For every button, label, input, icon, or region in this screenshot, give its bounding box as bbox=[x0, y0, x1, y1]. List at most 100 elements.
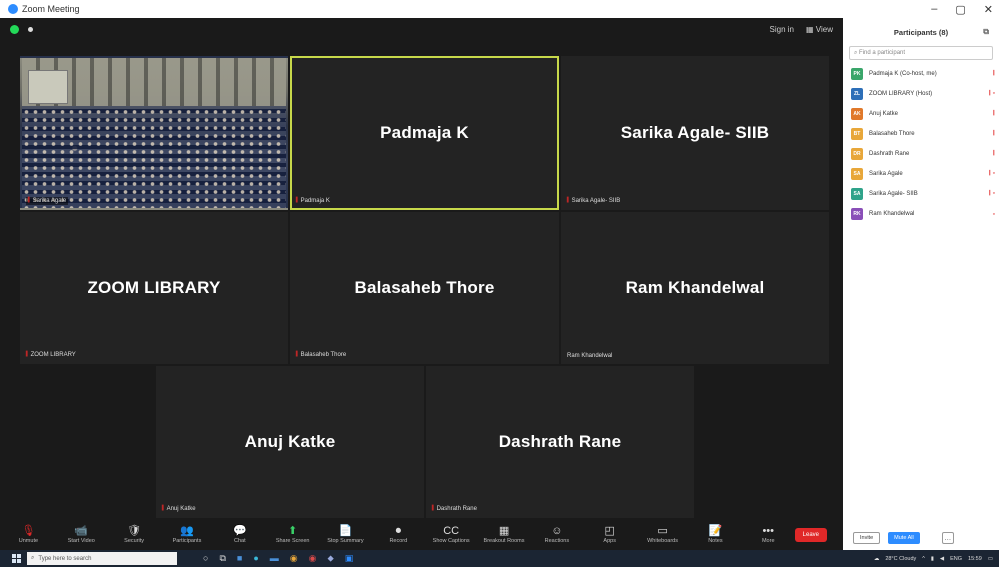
tile-name-label: 𝄃 Sarika Agale- SIIB bbox=[567, 197, 621, 204]
tile-name-label: 𝄃 Balasaheb Thore bbox=[296, 351, 347, 358]
sign-in-link[interactable]: Sign in bbox=[770, 25, 794, 34]
app-icon[interactable]: ⬥ bbox=[327, 553, 333, 564]
volume-icon[interactable]: ◀ bbox=[940, 556, 944, 562]
language-indicator[interactable]: ENG bbox=[950, 556, 962, 562]
search-placeholder: Find a participant bbox=[859, 50, 906, 56]
tile-name-label: 𝄃 Anuj Katke bbox=[162, 505, 196, 512]
edge-browser-icon[interactable]: ● bbox=[253, 553, 258, 564]
mic-muted-icon: 𝄃 bbox=[567, 197, 569, 204]
tray-chevron-icon[interactable]: ^ bbox=[922, 556, 925, 562]
participant-row[interactable]: RK Ram Khandelwal ▫ bbox=[843, 204, 999, 224]
mic-muted-icon: 𝄃 bbox=[993, 110, 995, 117]
participant-row[interactable]: BT Balasaheb Thore 𝄃 bbox=[843, 124, 999, 144]
weather-text[interactable]: 28°C Cloudy bbox=[885, 556, 916, 562]
stop-summary-button[interactable]: 📄 Stop Summary bbox=[319, 521, 372, 549]
apps-button[interactable]: ◰ Apps bbox=[583, 521, 636, 549]
record-icon: ⏺ bbox=[395, 525, 402, 537]
security-shield-icon[interactable] bbox=[10, 24, 19, 34]
zoom-taskbar-icon[interactable]: ▣ bbox=[345, 553, 354, 564]
whiteboards-button[interactable]: ▭ Whiteboards bbox=[636, 521, 689, 549]
security-button[interactable]: 🛡 Security bbox=[108, 521, 161, 549]
avatar: SA bbox=[851, 168, 863, 180]
mic-muted-icon: 𝄃 bbox=[993, 150, 995, 157]
cortana-icon[interactable]: ○ bbox=[203, 553, 208, 564]
summary-icon: 📄 bbox=[338, 525, 353, 537]
windows-start-icon[interactable] bbox=[12, 554, 21, 563]
video-tile-balasaheb[interactable]: Balasaheb Thore 𝄃 Balasaheb Thore bbox=[290, 212, 559, 364]
video-tile-dashrath[interactable]: Dashrath Rane 𝄃 Dashrath Rane bbox=[426, 366, 694, 518]
video-tile-padmaja[interactable]: Padmaja K 𝄃 Padmaja K bbox=[290, 56, 559, 210]
task-view-icon[interactable]: ⧉ bbox=[219, 553, 225, 564]
apps-icon: ◰ bbox=[604, 525, 615, 537]
clock[interactable]: 15:59 bbox=[968, 556, 982, 562]
photos-icon[interactable]: ◉ bbox=[309, 553, 317, 564]
video-tile-anuj[interactable]: Anuj Katke 𝄃 Anuj Katke bbox=[156, 366, 424, 518]
participant-row[interactable]: SA Sarika Agale 𝄃 ▫ bbox=[843, 164, 999, 184]
participant-row[interactable]: DR Dashrath Rane 𝄃 bbox=[843, 144, 999, 164]
mail-icon[interactable]: ▬ bbox=[270, 553, 279, 564]
participant-search-input[interactable]: ⌕ Find a participant bbox=[849, 46, 993, 60]
avatar: PK bbox=[851, 68, 863, 80]
record-button[interactable]: ⏺ Record bbox=[372, 521, 425, 549]
participant-row[interactable]: ZL ZOOM LIBRARY (Host) 𝄃 ▫ bbox=[843, 84, 999, 104]
video-tile-audience[interactable]: 𝄃 Sarika Agale bbox=[20, 56, 288, 210]
popout-icon[interactable]: ⧉ bbox=[983, 27, 989, 37]
mic-muted-icon: 𝄃 bbox=[296, 351, 298, 358]
more-options-button[interactable]: … bbox=[941, 532, 954, 544]
share-screen-button[interactable]: ⬆ Share Screen bbox=[266, 521, 319, 549]
tile-name-label: 𝄃 ZOOM LIBRARY bbox=[26, 351, 76, 358]
avatar: DR bbox=[851, 148, 863, 160]
close-button[interactable]: ✕ bbox=[984, 3, 993, 16]
taskbar-search-input[interactable]: ⌕ Type here to search bbox=[27, 552, 177, 565]
auditorium-board bbox=[28, 70, 68, 104]
reactions-button[interactable]: ☺ Reactions bbox=[530, 521, 583, 549]
meeting-info-icon[interactable] bbox=[28, 26, 33, 32]
avatar: ZL bbox=[851, 88, 863, 100]
tile-display-name: Sarika Agale- SIIB bbox=[620, 123, 770, 142]
video-tile-zoom-library[interactable]: ZOOM LIBRARY 𝄃 ZOOM LIBRARY bbox=[20, 212, 288, 364]
chat-icon: 💬 bbox=[232, 525, 247, 537]
mic-muted-icon: 𝄃 bbox=[162, 505, 164, 512]
meeting-toolbar: 🎙 Unmute 📹 Start Video 🛡 Security 👥 Particip… bbox=[0, 520, 843, 550]
show-captions-button[interactable]: CC Show Captions bbox=[425, 521, 478, 549]
start-video-button[interactable]: 📹 Start Video bbox=[55, 521, 108, 549]
mic-muted-icon: 𝄃 bbox=[432, 505, 434, 512]
participant-list: PK Padmaja K (Co-host, me) 𝄃 ZL ZOOM LIBRAR… bbox=[843, 64, 999, 224]
chat-button[interactable]: 💬 Chat bbox=[213, 521, 266, 549]
file-explorer-icon[interactable]: ■ bbox=[237, 553, 242, 564]
mic-muted-icon: 𝄃 bbox=[993, 130, 995, 137]
breakout-rooms-button[interactable]: ▦ Breakout Rooms bbox=[478, 521, 531, 549]
participants-button[interactable]: 👥 Participants bbox=[161, 521, 214, 549]
tile-display-name: ZOOM LIBRARY bbox=[87, 278, 221, 297]
tile-display-name: Balasaheb Thore bbox=[354, 278, 495, 297]
invite-button[interactable]: Invite bbox=[853, 532, 881, 544]
more-dots-icon: ••• bbox=[762, 525, 775, 537]
minimize-button[interactable]: – bbox=[931, 3, 937, 16]
tile-display-name: Ram Khandelwal bbox=[625, 278, 765, 297]
participant-row[interactable]: PK Padmaja K (Co-host, me) 𝄃 bbox=[843, 64, 999, 84]
unmute-button[interactable]: 🎙 Unmute bbox=[2, 521, 55, 549]
maximize-button[interactable]: ▢ bbox=[955, 3, 965, 16]
notification-icon[interactable]: ▭ bbox=[988, 556, 993, 562]
tile-display-name: Anuj Katke bbox=[244, 432, 336, 451]
mute-all-button[interactable]: Mute All bbox=[888, 532, 920, 544]
participants-icon: 👥 bbox=[180, 525, 194, 537]
mic-muted-icon: 𝄃 bbox=[26, 351, 28, 358]
chrome-icon[interactable]: ◉ bbox=[290, 553, 298, 564]
view-button[interactable]: ▦ View bbox=[806, 25, 833, 34]
participant-row[interactable]: AK Anuj Katke 𝄃 bbox=[843, 104, 999, 124]
video-tile-ram[interactable]: Ram Khandelwal Ram Khandelwal bbox=[561, 212, 829, 364]
participant-row[interactable]: SA Sarika Agale- SIIB 𝄃 ▫ bbox=[843, 184, 999, 204]
weather-icon[interactable]: ☁ bbox=[874, 556, 880, 562]
network-icon[interactable]: ▮ bbox=[931, 556, 934, 562]
avatar: AK bbox=[851, 108, 863, 120]
mic-muted-icon: 𝄃 ▫ bbox=[989, 190, 995, 197]
video-tile-sarika-siib[interactable]: Sarika Agale- SIIB 𝄃 Sarika Agale- SIIB bbox=[561, 56, 829, 210]
tile-name-label: Ram Khandelwal bbox=[567, 353, 613, 359]
window-title: Zoom Meeting bbox=[22, 4, 80, 14]
breakout-rooms-icon: ▦ bbox=[498, 525, 510, 537]
leave-button[interactable]: Leave bbox=[794, 528, 828, 542]
meeting-area: Sign in ▦ View 𝄃 Sarika Agale Padmaja K … bbox=[0, 18, 843, 550]
notes-button[interactable]: 📝 Notes bbox=[689, 521, 742, 549]
more-button[interactable]: ••• More bbox=[742, 521, 795, 549]
